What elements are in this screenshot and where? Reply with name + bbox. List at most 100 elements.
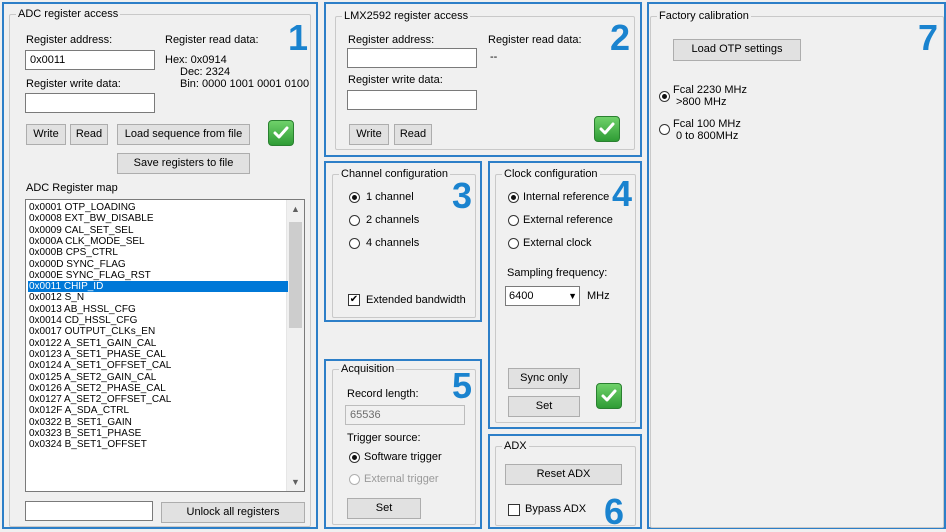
register-map-item[interactable]: 0x000B CPS_CTRL: [28, 247, 118, 258]
register-map-item[interactable]: 0x0324 B_SET1_OFFSET: [28, 439, 147, 450]
register-map-item[interactable]: 0x000A CLK_MODE_SEL: [28, 236, 145, 247]
radio-4-channels-label: 4 channels: [366, 237, 420, 249]
unlock-registers-input[interactable]: [25, 501, 153, 521]
unlock-all-registers-button[interactable]: Unlock all registers: [161, 502, 305, 523]
register-map-item[interactable]: 0x0127 A_SET2_OFFSET_CAL: [28, 394, 171, 405]
register-map-item[interactable]: 0x0123 A_SET1_PHASE_CAL: [28, 349, 166, 360]
external-trigger-label: External trigger: [364, 473, 439, 485]
lmx-read-value: --: [490, 51, 498, 63]
register-map-item[interactable]: 0x0001 OTP_LOADING: [28, 202, 136, 213]
channel-configuration-title: Channel configuration: [339, 168, 451, 180]
register-map-item[interactable]: 0x0009 CAL_SET_SEL: [28, 225, 134, 236]
register-map-item[interactable]: 0x000E SYNC_FLAG_RST: [28, 270, 151, 281]
adc-read-button[interactable]: Read: [70, 124, 108, 145]
lmx2592-register-access-title: LMX2592 register access: [342, 10, 471, 22]
acquisition-title: Acquisition: [339, 363, 397, 375]
radio-4-channels[interactable]: [349, 238, 360, 249]
lmx-write-button[interactable]: Write: [349, 124, 389, 145]
lmx-register-address-input[interactable]: [347, 48, 477, 68]
sampling-frequency-label: Sampling frequency:: [507, 267, 608, 279]
register-map-item[interactable]: 0x0125 A_SET2_GAIN_CAL: [28, 372, 156, 383]
lmx-ok-check-icon: [594, 116, 620, 142]
clock-set-button[interactable]: Set: [508, 396, 580, 417]
register-map-item[interactable]: 0x0017 OUTPUT_CLKs_EN: [28, 326, 155, 337]
adc-read-bin: Bin: 0000 1001 0001 0100: [180, 78, 310, 90]
panel-number-3: 3: [452, 175, 473, 216]
scroll-up-icon[interactable]: ▲: [291, 204, 300, 214]
register-map-item[interactable]: 0x0126 A_SET2_PHASE_CAL: [28, 383, 166, 394]
register-map-item[interactable]: 0x0014 CD_HSSL_CFG: [28, 315, 137, 326]
sampling-frequency-value: 6400: [509, 290, 534, 302]
register-map-item[interactable]: 0x012F A_SDA_CTRL: [28, 405, 129, 416]
record-length-input[interactable]: 65536: [345, 405, 465, 425]
adc-ok-check-icon: [268, 120, 294, 146]
trigger-source-label: Trigger source:: [347, 432, 421, 444]
register-map-item[interactable]: 0x0008 EXT_BW_DISABLE: [28, 213, 154, 224]
radio-fcal-100[interactable]: [659, 124, 670, 135]
adc-register-write-data-input[interactable]: [25, 93, 155, 113]
panel-number-7: 7: [918, 17, 939, 58]
register-map-scrollbar[interactable]: ▲ ▼: [286, 200, 304, 491]
radio-external-reference-label: External reference: [523, 214, 613, 226]
sampling-frequency-unit: MHz: [587, 290, 610, 302]
lmx-register-write-data-input[interactable]: [347, 90, 477, 110]
lmx-register-read-data-label: Register read data:: [488, 34, 582, 46]
radio-software-trigger[interactable]: [349, 452, 360, 463]
adc-register-address-input[interactable]: 0x0011: [25, 50, 155, 70]
adc-register-address-label: Register address:: [26, 34, 113, 46]
acquisition-set-button[interactable]: Set: [347, 498, 421, 519]
register-map-item[interactable]: 0x0322 B_SET1_GAIN: [28, 417, 132, 428]
radio-1-channel-label: 1 channel: [366, 191, 414, 203]
lmx-read-button[interactable]: Read: [394, 124, 432, 145]
clock-configuration-title: Clock configuration: [502, 168, 600, 180]
panel-number-4: 4: [612, 173, 633, 214]
scrollbar-thumb[interactable]: [289, 222, 302, 328]
bypass-adx-label: Bypass ADX: [525, 503, 587, 515]
register-map-item[interactable]: 0x000D SYNC_FLAG: [28, 259, 126, 270]
factory-calibration-title: Factory calibration: [657, 10, 751, 22]
radio-2-channels-label: 2 channels: [366, 214, 420, 226]
panel-number-2: 2: [610, 17, 631, 58]
register-map-item[interactable]: 0x0323 B_SET1_PHASE: [28, 428, 141, 439]
radio-1-channel[interactable]: [349, 192, 360, 203]
extended-bandwidth-checkbox[interactable]: ✔: [348, 294, 360, 306]
radio-external-clock-label: External clock: [523, 237, 592, 249]
load-otp-settings-button[interactable]: Load OTP settings: [673, 39, 801, 61]
radio-2-channels[interactable]: [349, 215, 360, 226]
lmx-register-write-data-label: Register write data:: [348, 74, 443, 86]
register-map-item[interactable]: 0x0122 A_SET1_GAIN_CAL: [28, 338, 156, 349]
adc-register-write-data-label: Register write data:: [26, 78, 121, 90]
extended-bandwidth-label: Extended bandwidth: [366, 294, 466, 306]
radio-fcal-2230[interactable]: [659, 91, 670, 102]
fcal-2230-label-line2: >800 MHz: [676, 96, 727, 108]
clock-ok-check-icon: [596, 383, 622, 409]
save-registers-button[interactable]: Save registers to file: [117, 153, 250, 174]
adc-register-read-data-label: Register read data:: [165, 34, 259, 46]
adc-register-access-title: ADC register access: [16, 8, 121, 20]
sampling-frequency-select[interactable]: 6400 ▼: [505, 286, 580, 306]
bypass-adx-checkbox[interactable]: [508, 504, 520, 516]
radio-internal-reference-label: Internal reference: [523, 191, 610, 203]
fcal-100-label-line2: 0 to 800MHz: [676, 130, 739, 142]
radio-external-reference[interactable]: [508, 215, 519, 226]
scroll-down-icon[interactable]: ▼: [291, 477, 300, 487]
register-map-item[interactable]: 0x0013 AB_HSSL_CFG: [28, 304, 136, 315]
adc-register-map-list[interactable]: ▲ ▼ 0x0001 OTP_LOADING 0x0008 EXT_BW_DISA…: [25, 199, 305, 492]
register-map-item[interactable]: 0x0012 S_N: [28, 292, 84, 303]
radio-external-trigger[interactable]: [349, 474, 360, 485]
software-trigger-label: Software trigger: [364, 451, 442, 463]
adc-register-map-label: ADC Register map: [26, 182, 118, 194]
register-map-item[interactable]: 0x0124 A_SET1_OFFSET_CAL: [28, 360, 171, 371]
adx-title: ADX: [502, 440, 529, 452]
adc-write-button[interactable]: Write: [26, 124, 66, 145]
reset-adx-button[interactable]: Reset ADX: [505, 464, 622, 485]
register-map-item[interactable]: 0x0011 CHIP_ID: [28, 281, 288, 293]
load-sequence-button[interactable]: Load sequence from file: [117, 124, 250, 145]
sync-only-button[interactable]: Sync only: [508, 368, 580, 389]
lmx-register-address-label: Register address:: [348, 34, 435, 46]
radio-external-clock[interactable]: [508, 238, 519, 249]
radio-internal-reference[interactable]: [508, 192, 519, 203]
panel-number-1: 1: [288, 17, 309, 58]
panel-number-6: 6: [604, 491, 625, 532]
panel-number-5: 5: [452, 365, 473, 406]
